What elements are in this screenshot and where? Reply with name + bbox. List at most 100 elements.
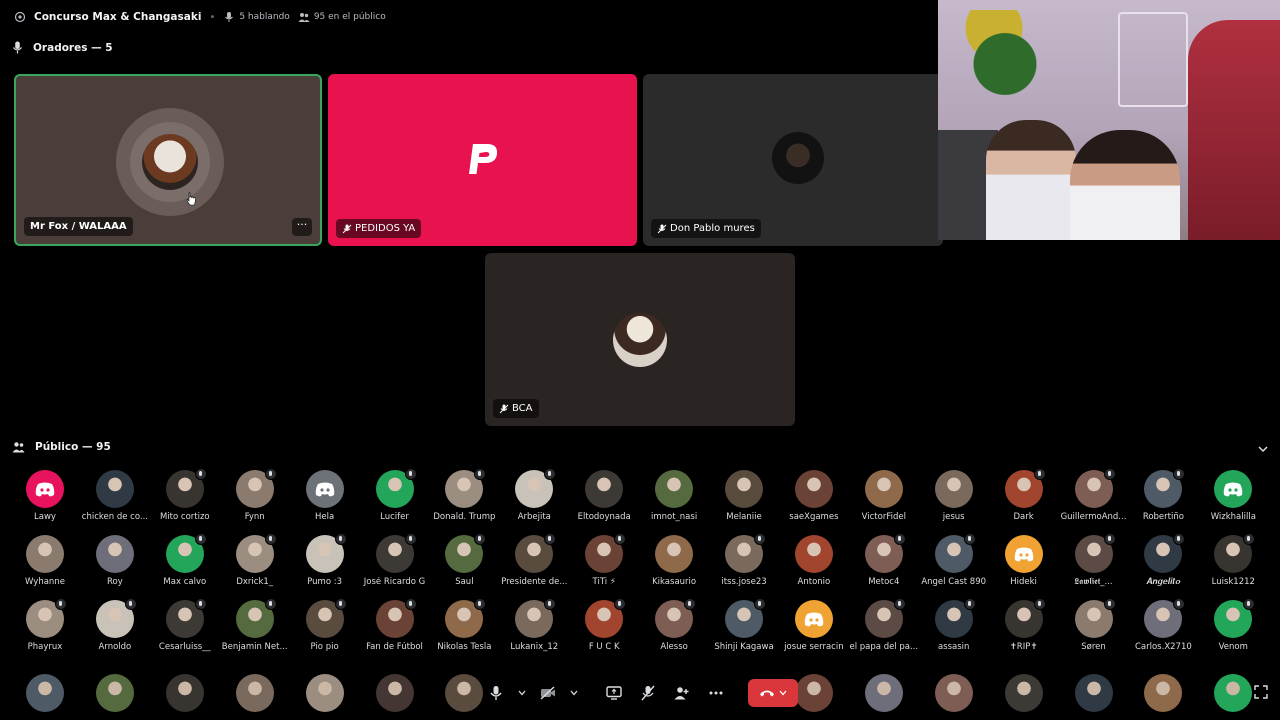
avatar[interactable] xyxy=(1004,674,1043,712)
avatar[interactable] xyxy=(305,674,344,712)
audience-member[interactable]: Carlos.X2710 xyxy=(1128,598,1198,652)
audience-member[interactable]: Fan de Fútbol xyxy=(360,598,430,652)
audience-member[interactable]: Fynn xyxy=(220,468,290,522)
share-screen-button[interactable] xyxy=(600,679,628,707)
audience-member[interactable]: Arbejita xyxy=(499,468,569,522)
audience-member[interactable]: Nikolas Tesla xyxy=(429,598,499,652)
audience-member[interactable]: Wyhanne xyxy=(10,535,80,587)
avatar xyxy=(515,598,557,638)
audience-member[interactable]: Donald. Trump xyxy=(429,468,499,522)
audience-member[interactable]: imnot_nasi xyxy=(639,470,709,522)
audience-section-header[interactable]: Público — 95 xyxy=(12,441,1268,453)
speaker-tile-pedidos-ya[interactable]: PEDIDOS YA xyxy=(328,74,637,246)
webcam-decor-plant xyxy=(950,10,1060,100)
audience-member[interactable]: chicken de co... xyxy=(80,470,150,522)
audience-member-name: Fan de Fútbol xyxy=(366,642,423,652)
audience-member[interactable]: Shinji Kagawa xyxy=(709,598,779,652)
audience-member-name: Max calvo xyxy=(163,577,207,587)
avatar[interactable] xyxy=(1214,674,1253,712)
audience-member[interactable]: saeXgames xyxy=(779,470,849,522)
audience-member[interactable]: Dark xyxy=(989,468,1059,522)
audience-member[interactable]: josue serracin xyxy=(779,600,849,652)
audience-member[interactable]: assasin xyxy=(919,598,989,652)
audience-member[interactable]: Saul xyxy=(429,533,499,587)
audience-member-name: GuillermoAnd... xyxy=(1060,512,1127,522)
audience-member[interactable]: Arnoldo xyxy=(80,598,150,652)
invite-to-speak-button[interactable] xyxy=(668,679,696,707)
audience-member[interactable]: Venom xyxy=(1198,598,1268,652)
audience-member[interactable]: Hideki xyxy=(989,535,1059,587)
audience-member[interactable]: Cesarluiss__ xyxy=(150,598,220,652)
avatar[interactable] xyxy=(375,674,414,712)
audience-member[interactable]: F U C K xyxy=(569,598,639,652)
audience-member[interactable]: Phayrux xyxy=(10,598,80,652)
avatar xyxy=(235,468,277,508)
audience-member-name: Hela xyxy=(314,512,335,522)
avatar xyxy=(1144,533,1186,573)
audience-member[interactable]: Antonio xyxy=(779,535,849,587)
audience-member[interactable]: 𝑨𝒏𝒈𝒆𝒍𝒊𝒕𝒐 xyxy=(1128,533,1198,587)
mic-options-button[interactable] xyxy=(516,679,528,707)
audience-member[interactable]: Dxrick1_ xyxy=(220,533,290,587)
audience-member[interactable]: itss.jose23 xyxy=(709,533,779,587)
leave-stage-button[interactable] xyxy=(748,679,798,707)
audience-member[interactable]: Presidente de... xyxy=(499,533,569,587)
speaker-name-label: Mr Fox / WALAAA xyxy=(24,217,133,236)
speaker-tile-mr-fox[interactable]: Mr Fox / WALAAA ··· xyxy=(14,74,322,246)
speaker-tile-bca[interactable]: BCA xyxy=(485,253,795,426)
chevron-down-icon[interactable] xyxy=(1258,445,1268,453)
avatar[interactable] xyxy=(794,674,833,712)
avatar[interactable] xyxy=(1074,674,1113,712)
audience-member[interactable]: VictorFidel xyxy=(849,470,919,522)
audience-member[interactable]: Robertiño xyxy=(1128,468,1198,522)
avatar[interactable] xyxy=(235,674,274,712)
avatar[interactable] xyxy=(26,674,64,712)
camera-button[interactable] xyxy=(534,679,562,707)
audience-member[interactable]: Lukanix_12 xyxy=(499,598,569,652)
avatar xyxy=(445,468,487,508)
more-options-button[interactable] xyxy=(702,679,730,707)
audience-member[interactable]: jesus xyxy=(919,470,989,522)
audience-member[interactable]: Hela xyxy=(290,470,360,522)
audience-member[interactable]: el papa del pa... xyxy=(849,598,919,652)
avatar[interactable] xyxy=(934,674,973,712)
avatar[interactable] xyxy=(95,674,134,712)
audience-member[interactable]: Lawy xyxy=(10,470,80,522)
audience-member-name: ✝RIP✝ xyxy=(1009,642,1038,652)
audience-member[interactable]: GuillermoAnd... xyxy=(1059,468,1129,522)
audience-member[interactable]: Søren xyxy=(1059,598,1129,652)
audience-member[interactable]: Angel Cast 890 xyxy=(919,533,989,587)
audience-member[interactable]: Lucifer xyxy=(360,468,430,522)
audience-member[interactable]: TiTi ⚡ xyxy=(569,533,639,587)
audience-member[interactable]: Melaniie xyxy=(709,470,779,522)
audience-member[interactable]: 𝕷𝖆𝖜𝖑𝖎𝖊𝖙_... xyxy=(1059,533,1129,587)
audience-member[interactable]: Luisk1212 xyxy=(1198,533,1268,587)
move-to-audience-button[interactable] xyxy=(634,679,662,707)
audience-member[interactable]: Kikasaurio xyxy=(639,535,709,587)
more-options-button[interactable]: ··· xyxy=(292,218,312,236)
audience-member[interactable]: ✝RIP✝ xyxy=(989,598,1059,652)
avatar[interactable] xyxy=(864,674,903,712)
audience-member[interactable]: Mito cortizo xyxy=(150,468,220,522)
audience-member[interactable]: Benjamin Net... xyxy=(220,598,290,652)
raised-hand-badge xyxy=(893,533,906,545)
fullscreen-icon[interactable] xyxy=(1254,685,1268,699)
avatar[interactable] xyxy=(445,674,484,712)
audience-member-name: Melaniie xyxy=(726,512,762,522)
avatar[interactable] xyxy=(1144,674,1183,712)
audience-member[interactable]: Alesso xyxy=(639,598,709,652)
camera-options-button[interactable] xyxy=(568,679,580,707)
avatar[interactable] xyxy=(165,674,204,712)
audience-member[interactable]: Max calvo xyxy=(150,533,220,587)
audience-member[interactable]: Roy xyxy=(80,535,150,587)
user-add-icon xyxy=(674,687,689,700)
avatar xyxy=(794,470,833,508)
audience-member[interactable]: José Ricardo G xyxy=(360,533,430,587)
mic-button[interactable] xyxy=(482,679,510,707)
audience-member[interactable]: Eltodoynada xyxy=(569,470,639,522)
speaker-tile-don-pablo[interactable]: Don Pablo mures xyxy=(643,74,943,246)
audience-member[interactable]: Pio pio xyxy=(290,598,360,652)
audience-member[interactable]: Pumo :3 xyxy=(290,533,360,587)
audience-member[interactable]: Metoc4 xyxy=(849,533,919,587)
audience-member[interactable]: Wizkhalilla xyxy=(1198,470,1268,522)
